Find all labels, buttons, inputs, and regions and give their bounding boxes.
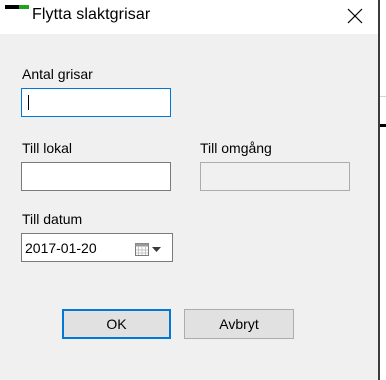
till-datum-value: 2017-01-20	[25, 240, 97, 256]
dialog-window: Flytta slaktgrisar Antal grisar Till lok…	[0, 0, 378, 380]
till-datum-label: Till datum	[22, 211, 83, 227]
app-icon	[5, 5, 29, 11]
calendar-dropdown-icon[interactable]	[134, 241, 168, 257]
text-caret	[28, 95, 29, 110]
close-icon	[347, 8, 363, 24]
till-omgang-input[interactable]	[200, 162, 350, 191]
title-bar[interactable]: Flytta slaktgrisar	[0, 0, 378, 34]
till-lokal-label: Till lokal	[22, 140, 73, 156]
window-title: Flytta slaktgrisar	[32, 6, 151, 23]
antal-grisar-label: Antal grisar	[22, 66, 93, 82]
till-lokal-input[interactable]	[21, 162, 171, 191]
cancel-button[interactable]: Avbryt	[184, 309, 294, 339]
background-window-edge	[378, 0, 386, 380]
antal-grisar-input[interactable]	[21, 88, 171, 117]
ok-button[interactable]: OK	[62, 309, 171, 339]
till-omgang-label: Till omgång	[200, 140, 272, 156]
close-button[interactable]	[332, 0, 378, 32]
till-datum-picker[interactable]: 2017-01-20	[21, 233, 173, 262]
